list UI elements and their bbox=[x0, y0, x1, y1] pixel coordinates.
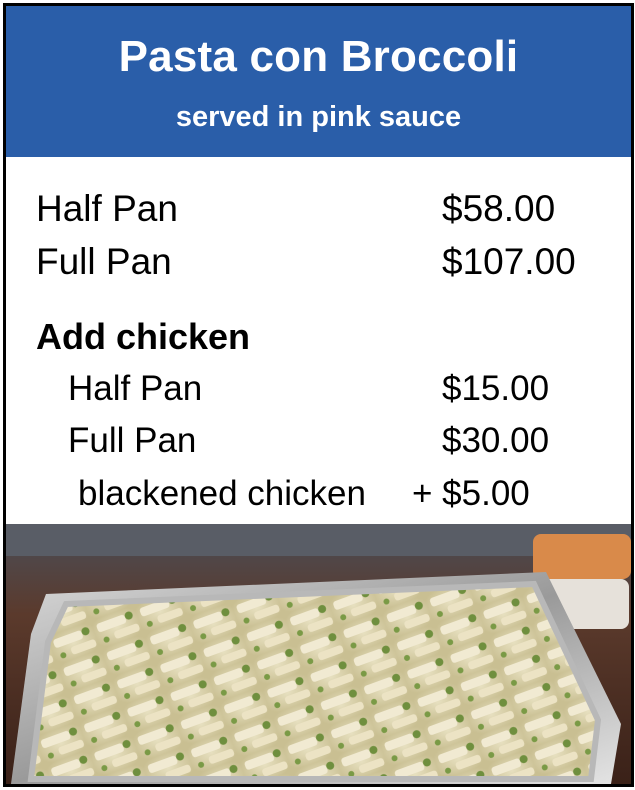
size-label-full-pan: Full Pan bbox=[36, 241, 172, 282]
pasta-tray-photo bbox=[6, 524, 631, 784]
menu-header: Pasta con Broccoli served in pink sauce bbox=[6, 6, 631, 157]
addon-price-full-pan: $30.00 bbox=[442, 421, 550, 460]
addon-price-half-pan: $15.00 bbox=[442, 369, 550, 408]
addon-extra-label: blackened chicken bbox=[78, 474, 366, 513]
dish-subtitle: served in pink sauce bbox=[175, 101, 462, 133]
addon-extra-price: + $5.00 bbox=[412, 474, 530, 513]
size-price-half-pan: $58.00 bbox=[442, 188, 556, 229]
addon-label-half-pan: Half Pan bbox=[68, 369, 203, 408]
addon-label-full-pan: Full Pan bbox=[68, 421, 197, 460]
dish-title: Pasta con Broccoli bbox=[118, 32, 519, 81]
size-label-half-pan: Half Pan bbox=[36, 188, 178, 229]
menu-card: Pasta con Broccoli served in pink sauce … bbox=[3, 3, 634, 787]
size-price-full-pan: $107.00 bbox=[442, 241, 576, 282]
addon-heading: Add chicken bbox=[36, 316, 251, 357]
